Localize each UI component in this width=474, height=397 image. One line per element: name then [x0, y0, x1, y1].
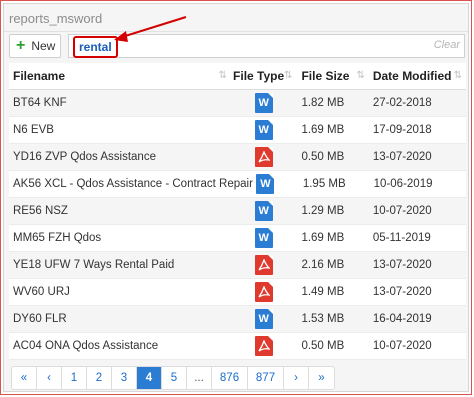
annotation-arrow — [114, 16, 187, 42]
